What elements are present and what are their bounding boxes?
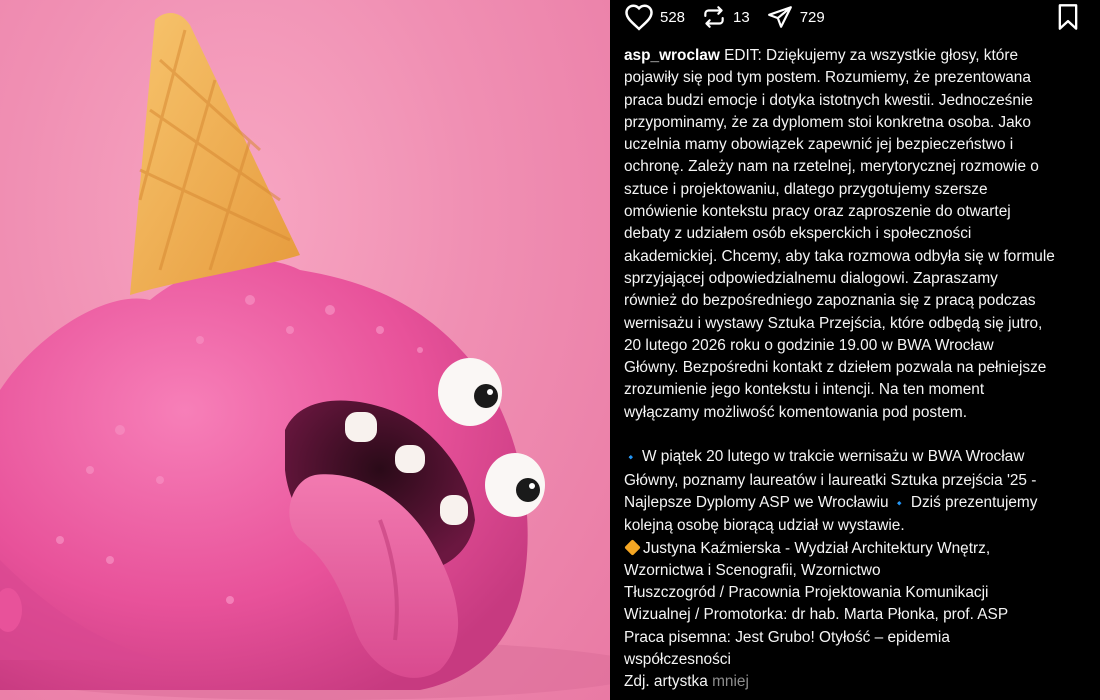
caption-line: Wizualnej / Promotorka: dr hab. Marta Pł… [624, 606, 1009, 624]
caption-line: praca budzi emocje i dotyka istotnych kw… [624, 91, 1033, 109]
like-button[interactable]: 528 [624, 3, 685, 31]
caption-line: Główny. Bezpośredni kontakt z dziełem po… [624, 359, 1047, 377]
heart-icon [625, 4, 653, 31]
action-bar: 528 13 729 [624, 0, 1086, 37]
caption-line: Najlepsze Dyplomy ASP we Wrocławiu 🔹 Dzi… [624, 493, 1038, 511]
repost-icon [704, 6, 724, 28]
share-button[interactable]: 729 [766, 4, 825, 30]
caption-line: Wzornictwa i Scenografii, Wzornictwo [624, 561, 881, 579]
post-details-panel: 528 13 729 asp_wroclaw EDIT: Dziękujemy … [610, 0, 1100, 700]
caption-line: omówienie kontekstu pracy oraz zaproszen… [624, 203, 1011, 221]
caption-line: również do bezpośredniego zapoznania się… [624, 292, 1036, 310]
username-link[interactable]: asp_wroclaw [624, 47, 720, 64]
caption-line: współczesności [624, 651, 731, 669]
caption-line: ochronę. Zależy nam na rzetelnej, meryto… [624, 158, 1039, 176]
bookmark-icon [1058, 4, 1078, 30]
caption-line: sprzyjającej odpowiedzialnemu dialogowi.… [624, 269, 998, 287]
caption-line: 🔹 W piątek 20 lutego w trakcie wernisażu… [624, 448, 1025, 466]
blue-diamond-icon: 🔹 [892, 497, 907, 510]
caption-line: sztuce i projektowaniu, dlatego przygotu… [624, 180, 988, 198]
caption-line: wernisażu i wystawy Sztuka Przejścia, kt… [624, 314, 1043, 332]
caption-line: asp_wroclaw EDIT: Dziękujemy za wszystki… [624, 47, 1019, 64]
caption-line: Tłuszczogród / Pracownia Projektowania K… [624, 584, 989, 602]
repost-count: 13 [733, 8, 750, 26]
blue-diamond-icon: 🔹 [624, 452, 638, 465]
caption-line: pojawiły się pod tym postem. Rozumiemy, … [624, 69, 1031, 87]
repost-button[interactable]: 13 [701, 4, 750, 30]
post-image[interactable] [0, 0, 610, 700]
save-button[interactable] [1056, 3, 1080, 36]
melting-ice-cream-illustration [0, 13, 610, 700]
caption-line: Zdj. artystka mniej [624, 673, 749, 691]
caption-line: zrozumienie jego kontekstu i intencji. N… [624, 381, 985, 399]
caption-line: przypominamy, że za dyplomem stoi konkre… [624, 113, 1031, 131]
caption-line: 20 lutego 2026 roku o godzinie 19.00 w B… [624, 336, 994, 354]
caption-line: akademickiej. Chcemy, aby taka rozmowa o… [624, 247, 1055, 265]
share-count: 729 [799, 8, 825, 26]
caption-line: Justyna Kaźmierska - Wydział Architektur… [624, 538, 1096, 560]
post-caption: asp_wroclaw EDIT: Dziękujemy za wszystki… [624, 45, 1096, 694]
caption-line: Główny, poznamy laureatów i laureatki Sz… [624, 471, 1037, 489]
orange-diamond-icon [624, 538, 641, 556]
caption-line: uczelnia mamy obowiązek zapewnić jej bez… [624, 136, 1014, 154]
caption-line: Praca pisemna: Jest Grubo! Otyłość – epi… [624, 628, 950, 646]
caption-line: kolejną osobę biorącą udział w wystawie. [624, 517, 905, 535]
like-count: 528 [660, 8, 686, 26]
show-less-link[interactable]: mniej [712, 673, 749, 690]
caption-line: wyłączamy możliwość komentowania pod pos… [624, 403, 968, 421]
send-icon [767, 6, 792, 28]
caption-line: debaty z udziałem osób eksperckich i spo… [624, 225, 972, 243]
